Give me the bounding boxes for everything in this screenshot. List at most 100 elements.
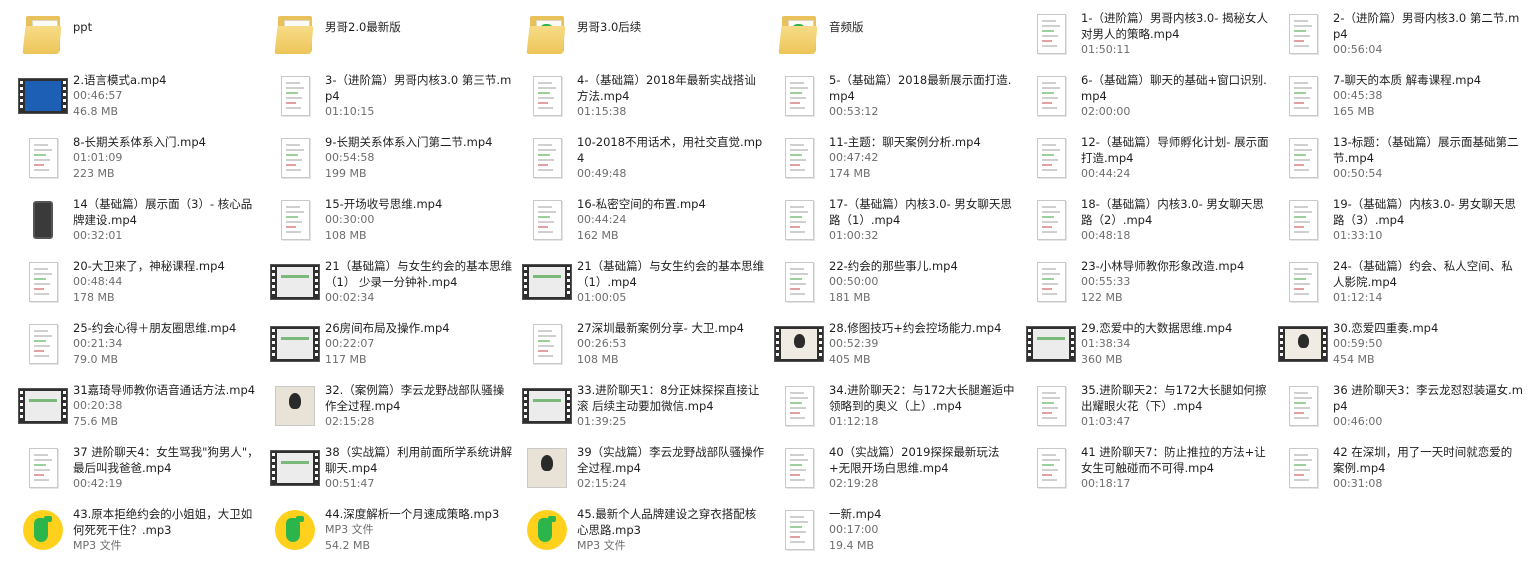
file-item[interactable]: 43.原本拒绝约会的小姐姐，大卫如何死死干住？.mp3 MP3 文件 xyxy=(15,502,267,564)
file-item[interactable]: 19-（基础篇）内核3.0- 男女聊天思路（3）.mp4 01:33:10 xyxy=(1275,192,1527,254)
file-info: 27深圳最新案例分享- 大卫.mp4 00:26:53 108 MB xyxy=(577,319,744,368)
file-meta-secondary: 165 MB xyxy=(1333,105,1375,118)
file-item[interactable]: 20-大卫来了，神秘课程.mp4 00:48:44 178 MB xyxy=(15,254,267,316)
file-item[interactable]: 33.进阶聊天1：8分正妹探探直接让滚 后续主动要加微信.mp4 01:39:25 xyxy=(519,378,771,440)
video-thumb-icon xyxy=(522,257,572,307)
file-item[interactable]: 1-（进阶篇）男哥内核3.0- 揭秘女人对男人的策略.mp4 01:50:11 xyxy=(1023,6,1275,68)
file-item[interactable]: 6-（基础篇）聊天的基础+窗口识别.mp4 02:00:00 xyxy=(1023,68,1275,130)
document-icon xyxy=(270,195,320,245)
file-item[interactable]: 4-（基础篇）2018年最新实战搭讪方法.mp4 01:15:38 xyxy=(519,68,771,130)
file-item[interactable]: 17-（基础篇）内核3.0- 男女聊天思路（1）.mp4 01:00:32 xyxy=(771,192,1023,254)
file-item[interactable]: 30.恋爱四重奏.mp4 00:59:50 454 MB xyxy=(1275,316,1527,378)
file-meta-secondary: 75.6 MB xyxy=(73,415,119,428)
file-item[interactable]: 2-（进阶篇）男哥内核3.0 第二节.mp4 00:56:04 xyxy=(1275,6,1527,68)
file-item[interactable]: 45.最新个人品牌建设之穿衣搭配核心思路.mp3 MP3 文件 xyxy=(519,502,771,564)
document-icon xyxy=(774,257,824,307)
document-icon xyxy=(774,381,824,431)
file-meta-primary: 00:49:48 xyxy=(577,167,627,180)
file-meta-primary: 00:17:00 xyxy=(829,523,879,536)
document-icon xyxy=(1278,381,1328,431)
file-item[interactable]: 40（实战篇）2019探探最新玩法+无限开场白思维.mp4 02:19:28 xyxy=(771,440,1023,502)
file-item[interactable]: 37 进阶聊天4：女生骂我"狗男人"，最后叫我爸爸.mp4 00:42:19 xyxy=(15,440,267,502)
file-item[interactable]: 28.修图技巧+约会控场能力.mp4 00:52:39 405 MB xyxy=(771,316,1023,378)
file-item[interactable]: 44.深度解析一个月速成策略.mp3 MP3 文件 54.2 MB xyxy=(267,502,519,564)
file-meta-primary: 00:22:07 xyxy=(325,337,375,350)
file-item[interactable]: 16-私密空间的布置.mp4 00:44:24 162 MB xyxy=(519,192,771,254)
file-item[interactable]: 13-标题：（基础篇）展示面基础第二节.mp4 00:50:54 xyxy=(1275,130,1527,192)
folder-item[interactable]: ppt xyxy=(15,6,267,68)
file-item[interactable]: 24-（基础篇）约会、私人空间、私人影院.mp4 01:12:14 xyxy=(1275,254,1527,316)
file-item[interactable]: 29.恋爱中的大数据思维.mp4 01:38:34 360 MB xyxy=(1023,316,1275,378)
file-item[interactable]: 21（基础篇）与女生约会的基本思维（1）.mp4 01:00:05 xyxy=(519,254,771,316)
video-thumb-icon xyxy=(18,381,68,431)
file-item[interactable]: 3-（进阶篇）男哥内核3.0 第三节.mp4 01:10:15 xyxy=(267,68,519,130)
file-item[interactable]: 22-约会的那些事儿.mp4 00:50:00 181 MB xyxy=(771,254,1023,316)
file-name: 22-约会的那些事儿.mp4 xyxy=(829,259,958,273)
folder-item[interactable]: 音频版 xyxy=(771,6,1023,68)
file-meta-primary: 00:44:24 xyxy=(577,213,627,226)
file-item[interactable]: 5-（基础篇）2018最新展示面打造.mp4 00:53:12 xyxy=(771,68,1023,130)
file-item[interactable]: 7-聊天的本质 解毒课程.mp4 00:45:38 165 MB xyxy=(1275,68,1527,130)
file-meta-secondary: 360 MB xyxy=(1081,353,1123,366)
file-name: 11-主题：聊天案例分析.mp4 xyxy=(829,135,981,149)
file-meta-secondary: 46.8 MB xyxy=(73,105,119,118)
file-meta-primary: 00:21:34 xyxy=(73,337,123,350)
file-meta-primary: 02:19:28 xyxy=(829,477,879,490)
file-info: 17-（基础篇）内核3.0- 男女聊天思路（1）.mp4 01:00:32 xyxy=(829,195,1019,244)
file-meta-primary: 00:54:58 xyxy=(325,151,375,164)
file-item[interactable]: 27深圳最新案例分享- 大卫.mp4 00:26:53 108 MB xyxy=(519,316,771,378)
file-item[interactable]: 26房间布局及操作.mp4 00:22:07 117 MB xyxy=(267,316,519,378)
file-info: 6-（基础篇）聊天的基础+窗口识别.mp4 02:00:00 xyxy=(1081,71,1271,120)
file-meta-secondary: 199 MB xyxy=(325,167,367,180)
file-item[interactable]: 2.语言模式a.mp4 00:46:57 46.8 MB xyxy=(15,68,267,130)
file-meta-primary: MP3 文件 xyxy=(73,539,122,552)
file-item[interactable]: 8-长期关系体系入门.mp4 01:01:09 223 MB xyxy=(15,130,267,192)
file-item[interactable]: 32.（案例篇）李云龙野战部队骚操作全过程.mp4 02:15:28 xyxy=(267,378,519,440)
file-info: 16-私密空间的布置.mp4 00:44:24 162 MB xyxy=(577,195,706,244)
file-item[interactable]: 23-小林导师教你形象改造.mp4 00:55:33 122 MB xyxy=(1023,254,1275,316)
folder-icon xyxy=(774,9,824,59)
file-item[interactable]: 11-主题：聊天案例分析.mp4 00:47:42 174 MB xyxy=(771,130,1023,192)
document-icon xyxy=(774,71,824,121)
file-item[interactable]: 42 在深圳，用了一天时间就恋爱的案例.mp4 00:31:08 xyxy=(1275,440,1527,502)
file-name: 18-（基础篇）内核3.0- 男女聊天思路（2）.mp4 xyxy=(1081,197,1264,227)
file-name: 44.深度解析一个月速成策略.mp3 xyxy=(325,507,500,521)
folder-item[interactable]: 男哥2.0最新版 xyxy=(267,6,519,68)
video-thumb-icon xyxy=(1278,319,1328,369)
folder-item[interactable]: 男哥3.0后续 xyxy=(519,6,771,68)
file-item[interactable]: 36 进阶聊天3：李云龙怼怼装逼女.mp4 00:46:00 xyxy=(1275,378,1527,440)
file-name: 7-聊天的本质 解毒课程.mp4 xyxy=(1333,73,1482,87)
file-item[interactable]: 39（实战篇）李云龙野战部队骚操作全过程.mp4 02:15:24 xyxy=(519,440,771,502)
file-info: 19-（基础篇）内核3.0- 男女聊天思路（3）.mp4 01:33:10 xyxy=(1333,195,1523,244)
file-item[interactable]: 41 进阶聊天7：防止推拉的方法+让女生可触碰而不可得.mp4 00:18:17 xyxy=(1023,440,1275,502)
file-item[interactable]: 12-（基础篇）导师孵化计划- 展示面打造.mp4 00:44:24 xyxy=(1023,130,1275,192)
file-item[interactable]: 35.进阶聊天2：与172大长腿如何擦出耀眼火花（下）.mp4 01:03:47 xyxy=(1023,378,1275,440)
file-name: 40（实战篇）2019探探最新玩法+无限开场白思维.mp4 xyxy=(829,445,1000,475)
file-item[interactable]: 38（实战篇）利用前面所学系统讲解聊天.mp4 00:51:47 xyxy=(267,440,519,502)
file-item[interactable]: 21（基础篇）与女生约会的基本思维（1） 少录一分钟补.mp4 00:02:34 xyxy=(267,254,519,316)
file-item[interactable]: 14（基础篇）展示面（3）- 核心品牌建设.mp4 00:32:01 xyxy=(15,192,267,254)
file-meta-secondary: 117 MB xyxy=(325,353,367,366)
file-item[interactable]: 一新.mp4 00:17:00 19.4 MB xyxy=(771,502,1023,564)
file-info: 20-大卫来了，神秘课程.mp4 00:48:44 178 MB xyxy=(73,257,225,306)
file-item[interactable]: 25-约会心得＋朋友圈思维.mp4 00:21:34 79.0 MB xyxy=(15,316,267,378)
file-item[interactable]: 18-（基础篇）内核3.0- 男女聊天思路（2）.mp4 00:48:18 xyxy=(1023,192,1275,254)
file-name: 21（基础篇）与女生约会的基本思维（1） 少录一分钟补.mp4 xyxy=(325,259,513,289)
file-info: 14（基础篇）展示面（3）- 核心品牌建设.mp4 00:32:01 xyxy=(73,195,263,244)
file-item[interactable]: 34.进阶聊天2：与172大长腿邂逅中领略到的奥义（上）.mp4 01:12:18 xyxy=(771,378,1023,440)
file-meta-secondary: 454 MB xyxy=(1333,353,1375,366)
file-name: 28.修图技巧+约会控场能力.mp4 xyxy=(829,321,1002,335)
file-item[interactable]: 10-2018不用话术，用社交直觉.mp4 00:49:48 xyxy=(519,130,771,192)
file-name: 12-（基础篇）导师孵化计划- 展示面打造.mp4 xyxy=(1081,135,1269,165)
document-icon xyxy=(1278,257,1328,307)
file-info: 12-（基础篇）导师孵化计划- 展示面打造.mp4 00:44:24 xyxy=(1081,133,1271,182)
document-icon xyxy=(1026,195,1076,245)
file-info: 43.原本拒绝约会的小姐姐，大卫如何死死干住？.mp3 MP3 文件 xyxy=(73,505,263,554)
file-info: 36 进阶聊天3：李云龙怼怼装逼女.mp4 00:46:00 xyxy=(1333,381,1523,430)
file-name: 29.恋爱中的大数据思维.mp4 xyxy=(1081,321,1233,335)
file-item[interactable]: 31嘉琦导师教你语音通话方法.mp4 00:20:38 75.6 MB xyxy=(15,378,267,440)
file-item[interactable]: 15-开场收号思维.mp4 00:30:00 108 MB xyxy=(267,192,519,254)
file-item[interactable]: 9-长期关系体系入门第二节.mp4 00:54:58 199 MB xyxy=(267,130,519,192)
photo-thumb-icon xyxy=(270,381,320,431)
file-name: 4-（基础篇）2018年最新实战搭讪方法.mp4 xyxy=(577,73,756,103)
